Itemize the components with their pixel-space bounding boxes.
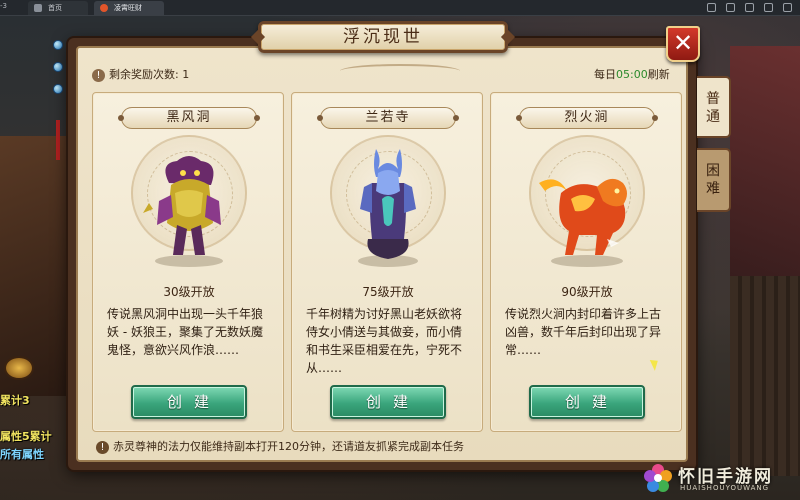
site-watermark: 怀旧手游网 HUAISHOUYOUWANG	[642, 460, 798, 498]
left-overlay-line-2: 属性5累计	[0, 430, 52, 443]
watermark-en: HUAISHOUYOUWANG	[680, 484, 770, 492]
flower-logo-icon	[644, 464, 672, 492]
tab-hard-label: 困 难	[706, 163, 720, 197]
refresh-time: 05:00	[616, 68, 648, 81]
left-overlay-line-3: 所有属性	[0, 448, 44, 461]
scene-building-right	[730, 276, 800, 476]
card-description: 传说烈火涧内封印着许多上古凶兽，数千年后封印出现了异常……	[505, 307, 662, 357]
coin-icon[interactable]	[4, 356, 34, 380]
card-title: 黑风洞	[118, 107, 260, 129]
browser-tab-bar: -3 首页 凌霄旺财	[0, 0, 800, 16]
close-button[interactable]: ✕	[666, 26, 700, 62]
remaining-rewards: ! 剩余奖励次数: 1	[92, 68, 189, 82]
left-overlay-line-1: 累计3	[0, 394, 30, 407]
jade-pendant-icon	[48, 40, 68, 160]
tab-home[interactable]: 首页	[28, 1, 88, 15]
home-icon	[34, 4, 42, 12]
refresh-info: 每日05:00刷新	[594, 68, 670, 82]
dungeon-card-heifengdong: 黑风洞 30级开放 传说黑风洞中出现一头千年狼妖 - 妖狼王，聚集了无数妖魔鬼怪…	[92, 92, 284, 432]
wolf-demon-icon	[143, 156, 223, 267]
card-title: 烈火涧	[516, 107, 658, 129]
game-favicon-icon	[100, 4, 108, 12]
create-button[interactable]: 创建	[131, 385, 247, 419]
dungeon-card-lanruosi: 兰若寺 75级开放 千年树精为讨好黑山老妖欲将侍女小倩送与其做妾，而小倩和书生采…	[291, 92, 483, 432]
window-close-icon[interactable]	[783, 3, 792, 12]
fire-beast-icon	[539, 178, 627, 267]
tree-spirit-icon	[358, 149, 418, 267]
remaining-label: 剩余奖励次数: 1	[109, 68, 190, 81]
tab-home-label: 首页	[48, 4, 62, 12]
card-level: 90级开放	[561, 285, 613, 299]
minimize-icon[interactable]	[745, 3, 754, 12]
maximize-icon[interactable]	[764, 3, 773, 12]
refresh-prefix: 每日	[594, 68, 616, 81]
card-level: 75级开放	[362, 285, 414, 299]
tab-normal-label: 普 通	[706, 91, 720, 125]
card-level: 30级开放	[163, 285, 215, 299]
tab-hard[interactable]: 困 难	[697, 148, 731, 212]
cloud-ornament	[340, 64, 460, 78]
create-button[interactable]: 创建	[330, 385, 446, 419]
browser-controls	[707, 3, 792, 12]
refresh-suffix: 刷新	[647, 68, 670, 81]
warning-icon: !	[96, 440, 109, 454]
dungeon-card-liehuojian: 烈火涧 90级开放 传说烈火涧内封印着许多上古凶兽，数千年后封印出现了异常…… …	[490, 92, 682, 432]
tab-game-label: 凌霄旺财	[114, 4, 142, 12]
footer-notice: ! 赤灵尊神的法力仅能维持副本打开120分钟，还请道友抓紧完成副本任务	[96, 440, 464, 454]
dialog-title: 浮沉现世	[258, 21, 508, 53]
info-icon: !	[92, 68, 105, 82]
card-description: 传说黑风洞中出现一头千年狼妖 - 妖狼王，聚集了无数妖魔鬼怪，意欲兴风作浪……	[107, 307, 264, 357]
card-title: 兰若寺	[317, 107, 459, 129]
menu-icon[interactable]	[726, 3, 735, 12]
create-button[interactable]: 创建	[529, 385, 645, 419]
footer-text: 赤灵尊神的法力仅能维持副本打开120分钟，还请道友抓紧完成副本任务	[113, 440, 464, 453]
card-description: 千年树精为讨好黑山老妖欲将侍女小倩送与其做妾，而小倩和书生采臣相爱在先，宁死不从…	[306, 307, 463, 375]
gamepad-icon[interactable]	[707, 3, 716, 12]
tab-normal[interactable]: 普 通	[697, 76, 731, 138]
tab-game[interactable]: 凌霄旺财	[94, 1, 164, 15]
edge-label: -3	[0, 2, 7, 10]
